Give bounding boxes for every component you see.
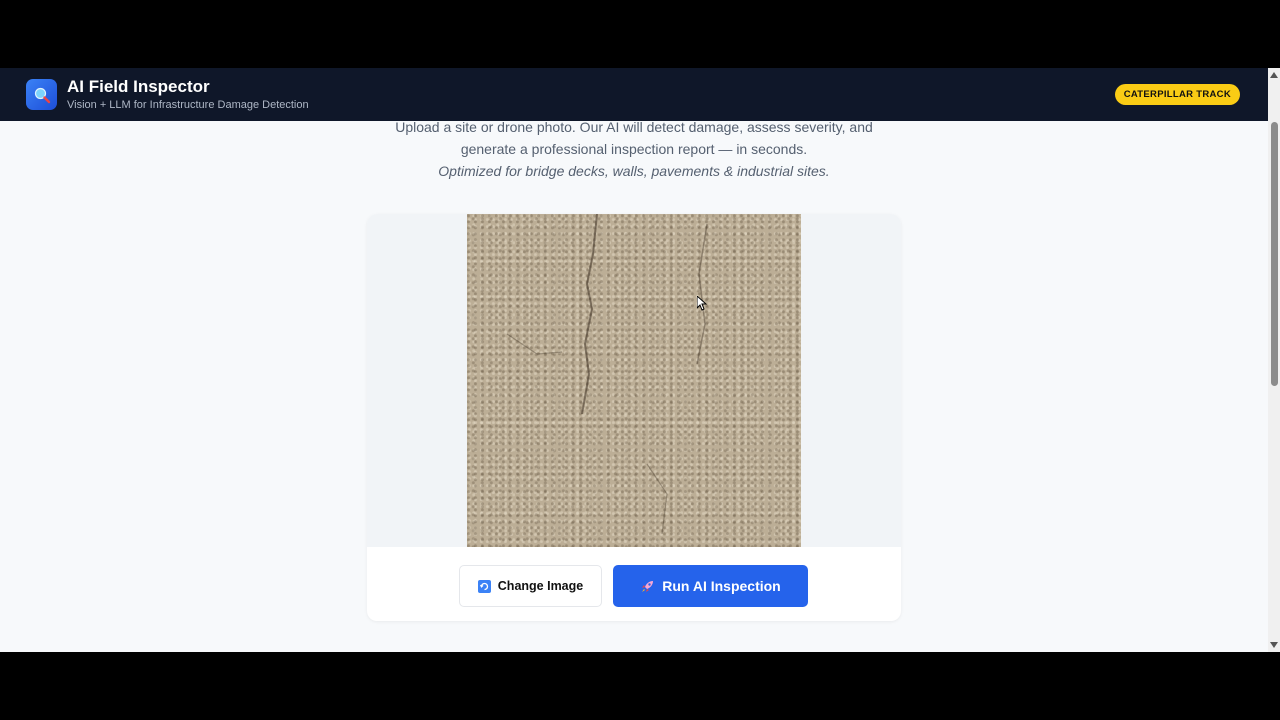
intro-line-2: generate a professional inspection repor… <box>460 141 808 157</box>
run-inspection-label: Run AI Inspection <box>662 578 781 594</box>
app-viewport: AI Field Inspector Vision + LLM for Infr… <box>0 68 1280 652</box>
app-title: AI Field Inspector <box>67 77 210 96</box>
brand: AI Field Inspector Vision + LLM for Infr… <box>67 77 309 112</box>
app-header: AI Field Inspector Vision + LLM for Infr… <box>0 68 1268 121</box>
intro-line-1: Upload a site or drone photo. Our AI wil… <box>395 119 873 135</box>
scroll-down-icon[interactable] <box>1270 642 1278 648</box>
change-image-button[interactable]: Change Image <box>459 565 602 607</box>
intro-line-3: Optimized for bridge decks, walls, pavem… <box>438 163 830 179</box>
scroll-thumb[interactable] <box>1271 122 1278 386</box>
track-badge: CATERPILLAR TRACK <box>1114 84 1240 105</box>
search-icon <box>34 87 50 103</box>
app-logo <box>26 79 57 110</box>
scroll-up-icon[interactable] <box>1270 72 1278 78</box>
page-scrollbar[interactable] <box>1268 68 1280 652</box>
change-image-label: Change Image <box>497 579 584 593</box>
intro-text: Upload a site or drone photo. Our AI wil… <box>0 116 1268 182</box>
card-actions: Change Image Run AI Inspection <box>367 547 901 621</box>
crack-overlay <box>506 214 708 535</box>
uploaded-photo <box>467 214 801 547</box>
refresh-icon <box>477 579 491 593</box>
image-preview <box>367 214 901 547</box>
run-inspection-button[interactable]: Run AI Inspection <box>613 565 808 607</box>
rocket-icon <box>640 579 655 594</box>
upload-card: Change Image Run AI Inspection <box>367 214 901 621</box>
app-subtitle: Vision + LLM for Infrastructure Damage D… <box>67 99 309 111</box>
mouse-cursor-icon <box>696 294 708 316</box>
